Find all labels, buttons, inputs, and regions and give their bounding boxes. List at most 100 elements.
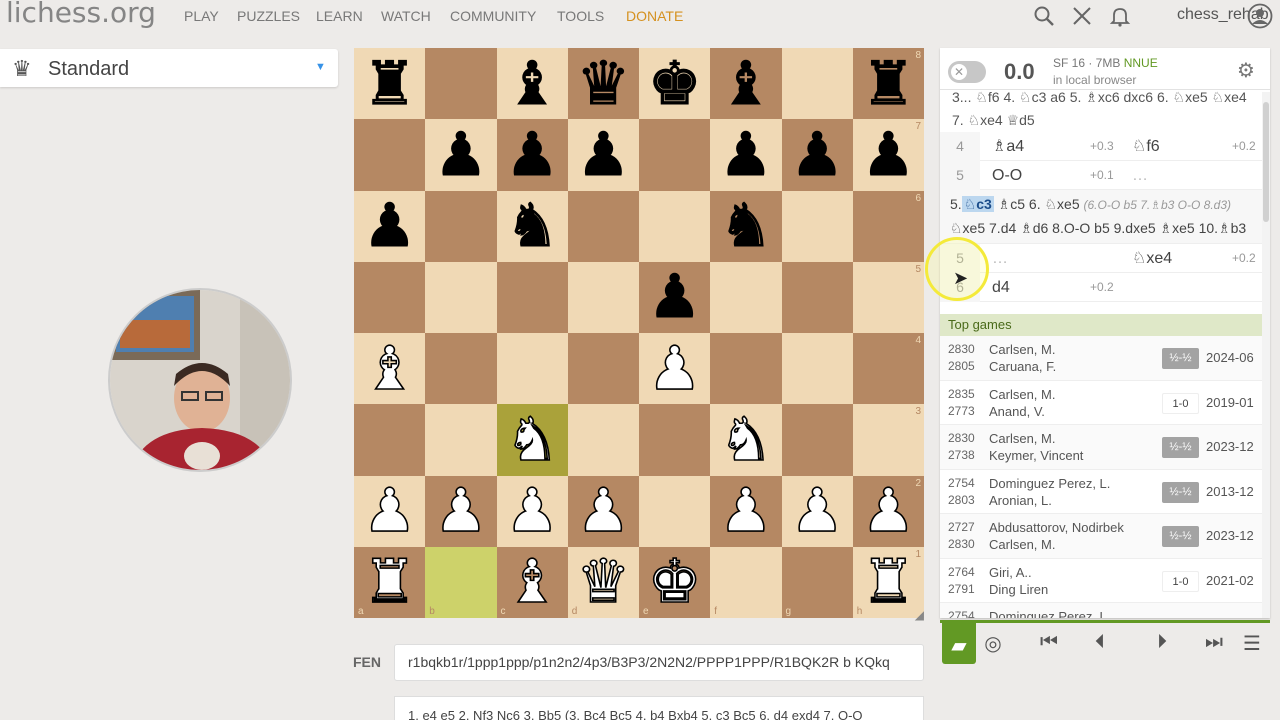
fen-input[interactable]: r1bqkb1r/1ppp1ppp/p1n2n2/4p3/B3P3/2N2N2/…: [394, 644, 924, 681]
white-knight[interactable]: ♞: [504, 409, 559, 471]
square-g2[interactable]: ♟: [781, 475, 853, 547]
white-pawn[interactable]: ♟: [362, 480, 417, 542]
square-e4[interactable]: ♟: [639, 333, 711, 405]
black-pawn[interactable]: ♟: [505, 124, 560, 185]
game-row[interactable]: 2764 Giri, A.. 2791 Ding Liren 1-0 2021-02: [940, 559, 1262, 603]
game-row[interactable]: 2754 Dominguez Perez, L. 2803 Aronian, L. ½-…: [940, 470, 1262, 514]
square-c4[interactable]: [496, 333, 568, 405]
white-pawn[interactable]: ♟: [433, 480, 488, 542]
game-row[interactable]: 2754 Dominguez Perez, L.: [940, 603, 1262, 618]
scrollbar-thumb[interactable]: [1263, 102, 1269, 222]
black-rook[interactable]: ♜: [362, 53, 417, 114]
resize-handle-icon[interactable]: ◢: [915, 608, 924, 622]
white-move[interactable]: ♗a4: [992, 132, 1024, 161]
white-rook[interactable]: ♜: [861, 552, 916, 614]
white-pawn[interactable]: ♟: [861, 480, 916, 542]
nav-watch[interactable]: WATCH: [381, 8, 431, 24]
square-g4[interactable]: [781, 333, 853, 405]
square-c2[interactable]: ♟: [496, 475, 568, 547]
square-f8[interactable]: ♝: [710, 48, 782, 120]
square-f2[interactable]: ♟: [710, 475, 782, 547]
square-c8[interactable]: ♝: [496, 48, 568, 120]
black-knight[interactable]: ♞: [505, 196, 560, 257]
square-b7[interactable]: ♟: [425, 119, 497, 191]
square-h2[interactable]: ♟ 2: [852, 475, 924, 547]
game-row[interactable]: 2830 Carlsen, M. 2805 Caruana, F. ½-½ 2024-06: [940, 336, 1262, 381]
prev-move-icon[interactable]: ⏴: [1085, 631, 1115, 654]
square-e5[interactable]: ♟: [639, 261, 711, 333]
black-pawn[interactable]: ♟: [861, 124, 916, 185]
square-f1[interactable]: f: [710, 546, 782, 618]
black-pawn[interactable]: ♟: [576, 124, 631, 185]
square-g1[interactable]: g: [781, 546, 853, 618]
black-pawn[interactable]: ♟: [718, 124, 773, 185]
nav-tools[interactable]: TOOLS: [557, 8, 604, 24]
variation-moves[interactable]: ♗c5 6. ♘xe5: [998, 196, 1080, 212]
nav-play[interactable]: PLAY: [184, 8, 219, 24]
black-knight[interactable]: ♞: [718, 196, 773, 257]
chessboard[interactable]: ♜ ♝ ♛ ♚ ♝ ♜ 8 ♟ ♟ ♟ ♟ ♟ ♟ 7 ♟ ♞ ♞ 6 ♟ 5 ♝ ♟ 4 ♞ ♞ 3 ♟ ♟ ♟ ♟ ♟ ♟ ♟ 2 ♜ a b ♝ c ♛…: [354, 48, 928, 622]
square-f5[interactable]: [710, 261, 782, 333]
black-pawn[interactable]: ♟: [433, 124, 488, 185]
crossed-swords-icon[interactable]: [1071, 5, 1093, 27]
square-d8[interactable]: ♛: [567, 48, 639, 120]
square-d5[interactable]: [567, 261, 639, 333]
square-b8[interactable]: [425, 48, 497, 120]
square-h8[interactable]: ♜ 8: [852, 48, 924, 120]
square-h5[interactable]: 5: [852, 261, 924, 333]
square-g3[interactable]: [781, 404, 853, 476]
game-row[interactable]: 2727 Abdusattorov, Nodirbek 2830 Carlsen, M…: [940, 514, 1262, 559]
white-king[interactable]: ♚: [647, 552, 702, 614]
square-a5[interactable]: [354, 261, 426, 333]
white-bishop[interactable]: ♝: [504, 552, 559, 614]
black-rook[interactable]: ♜: [861, 53, 916, 114]
game-row[interactable]: 2830 Carlsen, M. 2738 Keymer, Vincent ½-½ 202…: [940, 425, 1262, 470]
square-g5[interactable]: [781, 261, 853, 333]
gear-icon[interactable]: ⚙: [1237, 58, 1255, 83]
black-king[interactable]: ♚: [647, 53, 702, 114]
black-move[interactable]: ♘f6: [1132, 132, 1160, 161]
square-e2[interactable]: [639, 475, 711, 547]
square-d3[interactable]: [567, 404, 639, 476]
black-queen[interactable]: ♛: [576, 53, 631, 114]
square-a2[interactable]: ♟: [354, 475, 426, 547]
square-f7[interactable]: ♟: [710, 119, 782, 191]
square-a1[interactable]: ♜ a: [354, 546, 426, 618]
square-b2[interactable]: ♟: [425, 475, 497, 547]
scrollbar[interactable]: [1262, 92, 1270, 618]
black-move[interactable]: ♘xe4: [1132, 244, 1172, 273]
square-f4[interactable]: [710, 333, 782, 405]
black-bishop[interactable]: ♝: [505, 53, 560, 114]
square-d6[interactable]: [567, 190, 639, 262]
square-e7[interactable]: [639, 119, 711, 191]
square-b4[interactable]: [425, 333, 497, 405]
square-a6[interactable]: ♟: [354, 190, 426, 262]
white-queen[interactable]: ♛: [576, 552, 631, 614]
square-h1[interactable]: ♜ 1 h: [852, 546, 924, 618]
variation-continuation[interactable]: 3... ♘f6 4. ♘c3 a6 5. ♗xc6 dxc6 6. ♘xe5 …: [940, 90, 1262, 132]
first-move-icon[interactable]: ⏮: [1034, 631, 1064, 654]
square-b5[interactable]: [425, 261, 497, 333]
square-c1[interactable]: ♝ c: [496, 546, 568, 618]
sub-variation[interactable]: (6.O-O b5 7.♗b3 O-O 8.d3): [1084, 198, 1231, 212]
square-b6[interactable]: [425, 190, 497, 262]
square-f6[interactable]: ♞: [710, 190, 782, 262]
square-d2[interactable]: ♟: [567, 475, 639, 547]
black-bishop[interactable]: ♝: [718, 53, 773, 114]
square-d7[interactable]: ♟: [567, 119, 639, 191]
square-h3[interactable]: 3: [852, 404, 924, 476]
white-bishop[interactable]: ♝: [362, 338, 417, 400]
continuation-line-1[interactable]: 3... ♘f6 4. ♘c3 a6 5. ♗xc6 dxc6 6. ♘xe5 …: [952, 90, 1250, 109]
square-a4[interactable]: ♝: [354, 333, 426, 405]
square-f3[interactable]: ♞: [710, 404, 782, 476]
selected-move[interactable]: ♘c3: [961, 196, 994, 212]
white-pawn[interactable]: ♟: [789, 480, 844, 542]
white-knight[interactable]: ♞: [718, 409, 773, 471]
black-pawn[interactable]: ♟: [362, 196, 417, 257]
square-c7[interactable]: ♟: [496, 119, 568, 191]
variation-box[interactable]: 5. ♘c3 ♗c5 6. ♘xe5 (6.O-O b5 7.♗b3 O-O 8.…: [940, 190, 1262, 244]
user-avatar-icon[interactable]: [1247, 3, 1273, 29]
square-d1[interactable]: ♛ d: [567, 546, 639, 618]
square-c6[interactable]: ♞: [496, 190, 568, 262]
white-move[interactable]: d4: [992, 273, 1010, 302]
